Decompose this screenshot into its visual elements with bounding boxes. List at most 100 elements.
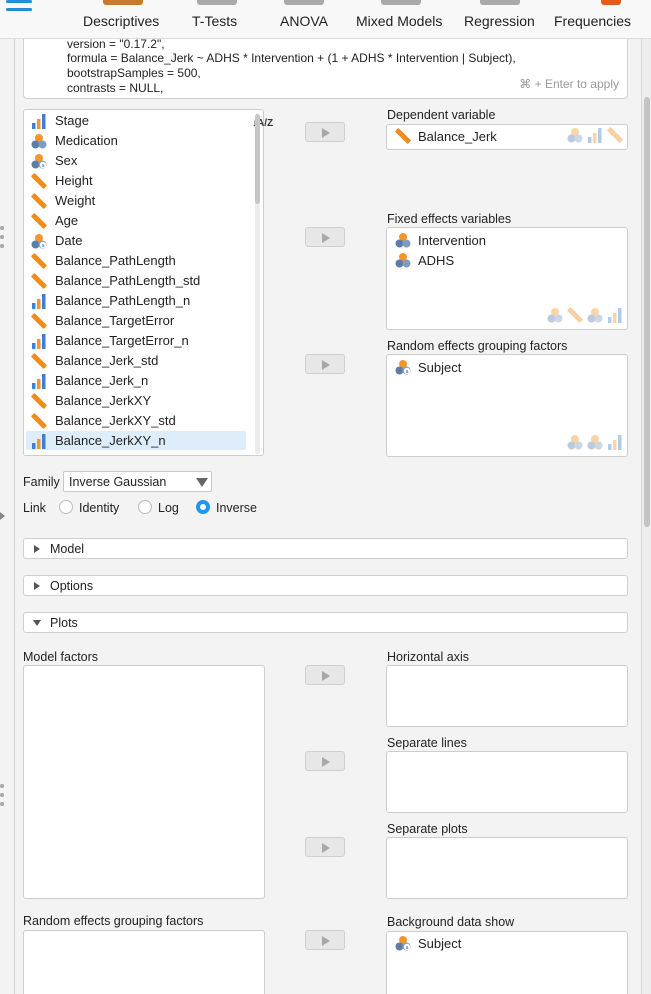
ordinal-variable-icon <box>31 113 47 129</box>
variable-list-item[interactable]: Balance_TargetError <box>26 311 246 330</box>
variable-list-item[interactable]: Balance_JerkXY_n <box>26 431 246 450</box>
variable-list-item[interactable]: Stage <box>26 111 246 130</box>
tab-mixed-models[interactable]: Mixed Models <box>356 0 446 39</box>
variable-name: Balance_PathLength_std <box>55 273 201 288</box>
variable-list-item[interactable]: Height <box>26 171 246 190</box>
variable-list-item[interactable]: Balance_JerkXY_std <box>26 411 246 430</box>
panel-scrollbar[interactable] <box>641 39 651 994</box>
variable-list-item[interactable]: Balance_PathLength_std <box>26 271 246 290</box>
link-option-inverse[interactable]: Inverse <box>216 501 257 515</box>
variable-name: Sex <box>55 153 78 168</box>
scale-variable-icon <box>31 253 47 269</box>
link-radio-inverse[interactable] <box>196 500 210 514</box>
variable-name: Intervention <box>418 233 486 248</box>
variable-name: Balance_Jerk <box>418 129 497 144</box>
variable-list-item[interactable]: a Date <box>26 231 246 250</box>
move-to-separate-lines-button[interactable] <box>305 751 345 771</box>
variable-list-item[interactable]: Balance_TargetError_n <box>26 331 246 350</box>
scale-variable-icon <box>31 173 47 189</box>
drag-handle-icon[interactable] <box>0 784 5 810</box>
scale-variable-icon <box>31 213 47 229</box>
link-radio-identity[interactable] <box>59 500 73 514</box>
scale-variable-icon <box>31 393 47 409</box>
link-option-log[interactable]: Log <box>158 501 179 515</box>
variable-list-item[interactable]: Weight <box>26 191 246 210</box>
move-to-horizontal-axis-button[interactable] <box>305 665 345 685</box>
model-factors-label: Model factors <box>23 650 99 664</box>
section-plots[interactable]: Plots <box>23 612 628 633</box>
ordinal-variable-icon <box>31 433 47 449</box>
variable-list[interactable]: ↓A/Z Stage Medication a Sex Height Weight Age a… <box>23 109 273 456</box>
tab-frequencies[interactable]: Frequencies <box>554 0 636 39</box>
nominal-variable-icon: a <box>31 153 47 169</box>
scrollbar-thumb[interactable] <box>644 97 650 527</box>
model-factors-box[interactable] <box>23 665 265 899</box>
ordinal-type-icon <box>607 307 623 326</box>
nominal-variable-icon: a <box>31 233 47 249</box>
random-effects-box[interactable]: a Subject <box>386 354 628 457</box>
syntax-line: bootstrapSamples = 500, <box>67 66 201 80</box>
variable-list-item[interactable]: Age <box>26 211 246 230</box>
move-to-dependent-button[interactable] <box>305 122 345 142</box>
collapse-arrow-icon <box>33 620 41 626</box>
t-tests-icon <box>197 0 237 5</box>
move-to-fixed-effects-button[interactable] <box>305 227 345 247</box>
move-to-separate-plots-button[interactable] <box>305 837 345 857</box>
variable-list-item[interactable]: Balance_PathLength <box>26 251 246 270</box>
separate-plots-box[interactable] <box>386 837 628 899</box>
scale-variable-icon <box>31 313 47 329</box>
variable-list-item[interactable]: Balance_PathLength_n <box>26 291 246 310</box>
separate-plots-label: Separate plots <box>387 822 468 836</box>
variable-list-scrollbar[interactable] <box>255 114 260 454</box>
regression-icon <box>480 0 520 5</box>
scrollbar-thumb[interactable] <box>255 114 260 204</box>
apply-hint: ⌘ + Enter to apply <box>519 77 619 91</box>
variable-name: ADHS <box>418 253 455 268</box>
plot-random-factors-box[interactable] <box>23 930 265 994</box>
section-model[interactable]: Model <box>23 538 628 559</box>
move-to-random-effects-button[interactable] <box>305 354 345 374</box>
variable-list-item[interactable]: Balance_JerkXY <box>26 391 246 410</box>
nominal-type-icon <box>547 307 563 326</box>
tab-anova[interactable]: ANOVA <box>280 0 328 39</box>
separate-lines-box[interactable] <box>386 751 628 813</box>
dependent-variable-label: Dependent variable <box>387 108 496 122</box>
link-option-identity[interactable]: Identity <box>79 501 119 515</box>
variable-list-item[interactable]: Balance_Jerk_std <box>26 351 246 370</box>
frequencies-icon <box>601 0 622 5</box>
background-data-box[interactable]: a Subject <box>386 931 628 994</box>
background-data-label: Background data show <box>387 915 515 929</box>
variable-list-item[interactable]: a Sex <box>26 151 246 170</box>
link-radio-log[interactable] <box>138 500 152 514</box>
tab-descriptives[interactable]: Descriptives <box>83 0 163 39</box>
scale-type-icon <box>607 127 623 146</box>
drag-handle-icon[interactable] <box>0 226 5 252</box>
dependent-variable-box[interactable]: Balance_Jerk <box>386 124 628 150</box>
svg-text:a: a <box>406 945 409 951</box>
allowed-types-hint <box>547 307 623 326</box>
svg-text:a: a <box>406 369 409 375</box>
menu-icon[interactable] <box>6 0 32 16</box>
family-select[interactable]: Inverse Gaussian <box>63 471 212 492</box>
family-value: Inverse Gaussian <box>69 475 167 489</box>
variable-name: Age <box>55 213 79 228</box>
move-to-background-data-button[interactable] <box>305 930 345 950</box>
variable-name: Height <box>55 173 93 188</box>
ordinal-type-icon <box>587 127 603 146</box>
variable-list-item[interactable]: Balance_Jerk_n <box>26 371 246 390</box>
expand-arrow-icon <box>34 545 40 553</box>
tab-regression[interactable]: Regression <box>464 0 536 39</box>
tab-t-tests[interactable]: T-Tests <box>192 0 242 39</box>
nominal-type-icon <box>587 307 603 326</box>
nominal-variable-icon <box>395 252 411 268</box>
mixed-models-icon <box>381 0 421 5</box>
variable-name: Balance_Jerk_n <box>55 373 149 388</box>
random-effects-label: Random effects grouping factors <box>387 339 568 353</box>
collapse-arrow-icon[interactable] <box>0 512 5 520</box>
variable-list-item[interactable]: Medication <box>26 131 246 150</box>
scale-variable-icon <box>395 128 411 144</box>
syntax-box[interactable]: version = "0.17.2", formula = Balance_Je… <box>23 37 628 99</box>
horizontal-axis-box[interactable] <box>386 665 628 727</box>
section-options[interactable]: Options <box>23 575 628 596</box>
fixed-effects-box[interactable]: Intervention ADHS <box>386 227 628 330</box>
